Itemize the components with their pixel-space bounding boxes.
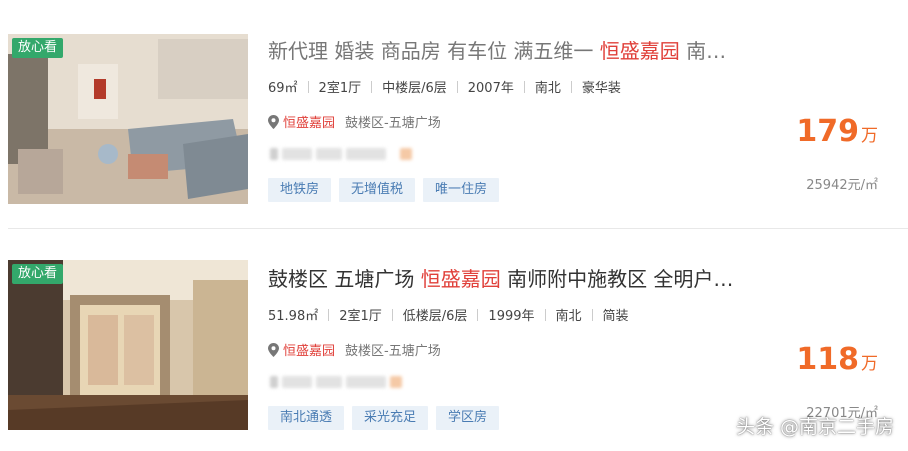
floor: 中楼层/6层 xyxy=(382,81,447,96)
title-community-highlight: 恒盛嘉园 xyxy=(599,39,680,63)
orientation: 南北 xyxy=(534,81,561,96)
divider xyxy=(391,309,393,321)
map-pin-icon xyxy=(268,115,279,129)
divider xyxy=(591,309,593,321)
community-link[interactable]: 恒盛嘉园 xyxy=(283,344,335,359)
divider xyxy=(477,309,479,321)
divider xyxy=(570,81,572,93)
unit-price: 25942元/㎡ xyxy=(806,178,878,193)
tag: 无增值税 xyxy=(339,178,416,202)
divider xyxy=(371,81,373,93)
community-link[interactable]: 恒盛嘉园 xyxy=(283,116,335,131)
area: 51.98㎡ xyxy=(268,309,319,324)
title-text: 鼓楼区 五塘广场 xyxy=(268,267,421,291)
price-unit: 万 xyxy=(861,354,878,374)
tag: 地铁房 xyxy=(268,178,332,202)
title-text-tail: 南师附中施教区 全明户… xyxy=(500,267,734,291)
listing-card[interactable]: 放心看 新代理 婚装 商品房 有车位 满五维一 恒盛嘉园 南… 69㎡ 2室1厅 中… xyxy=(0,0,908,228)
listing-photo[interactable]: 放心看 xyxy=(8,34,248,204)
price-value: 179 xyxy=(796,114,859,149)
blurred-agent-info xyxy=(270,146,420,162)
decoration: 简装 xyxy=(602,309,629,324)
listing-location: 恒盛嘉园 鼓楼区-五塘广场 xyxy=(268,115,441,133)
title-text-tail: 南… xyxy=(679,39,727,63)
floor: 低楼层/6层 xyxy=(402,309,468,324)
title-text: 新代理 婚装 商品房 有车位 满五维一 xyxy=(268,39,600,63)
tag: 学区房 xyxy=(436,406,500,430)
total-price: 179 万 xyxy=(796,112,878,156)
room-interior-image xyxy=(8,260,248,430)
tag: 唯一住房 xyxy=(423,178,500,202)
district-link[interactable]: 鼓楼区-五塘广场 xyxy=(345,116,441,131)
price-unit: 万 xyxy=(861,126,878,146)
source-watermark: 头条 @南京二手房 xyxy=(735,416,894,438)
listing-title[interactable]: 新代理 婚装 商品房 有车位 满五维一 恒盛嘉园 南… xyxy=(268,38,788,64)
tag-list: 地铁房 无增值税 唯一住房 xyxy=(268,178,507,202)
divider xyxy=(307,81,309,93)
tag-list: 南北通透 采光充足 学区房 xyxy=(268,406,507,430)
area: 69㎡ xyxy=(268,81,298,96)
listing-attributes: 69㎡ 2室1厅 中楼层/6层 2007年 南北 豪华装 xyxy=(268,80,621,98)
divider xyxy=(456,81,458,93)
listing-title[interactable]: 鼓楼区 五塘广场 恒盛嘉园 南师附中施教区 全明户… xyxy=(268,266,788,292)
listing-photo[interactable]: 放心看 xyxy=(8,260,248,430)
living-room-image xyxy=(8,34,248,204)
orientation: 南北 xyxy=(555,309,582,324)
divider xyxy=(523,81,525,93)
decoration: 豪华装 xyxy=(581,81,621,96)
layout: 2室1厅 xyxy=(318,81,362,96)
listing-attributes: 51.98㎡ 2室1厅 低楼层/6层 1999年 南北 简装 xyxy=(268,308,629,326)
verified-badge: 放心看 xyxy=(12,38,64,58)
divider xyxy=(328,309,330,321)
listing-location: 恒盛嘉园 鼓楼区-五塘广场 xyxy=(268,343,441,361)
total-price: 118 万 xyxy=(796,340,878,384)
price-value: 118 xyxy=(796,342,859,377)
layout: 2室1厅 xyxy=(339,309,382,324)
map-pin-icon xyxy=(268,343,279,357)
tag: 南北通透 xyxy=(268,406,345,430)
divider xyxy=(544,309,546,321)
district-link[interactable]: 鼓楼区-五塘广场 xyxy=(345,344,441,359)
verified-badge: 放心看 xyxy=(12,264,64,284)
build-year: 2007年 xyxy=(467,81,514,96)
tag: 采光充足 xyxy=(352,406,429,430)
blurred-agent-info xyxy=(270,374,420,390)
build-year: 1999年 xyxy=(488,309,535,324)
title-community-highlight: 恒盛嘉园 xyxy=(420,267,501,291)
